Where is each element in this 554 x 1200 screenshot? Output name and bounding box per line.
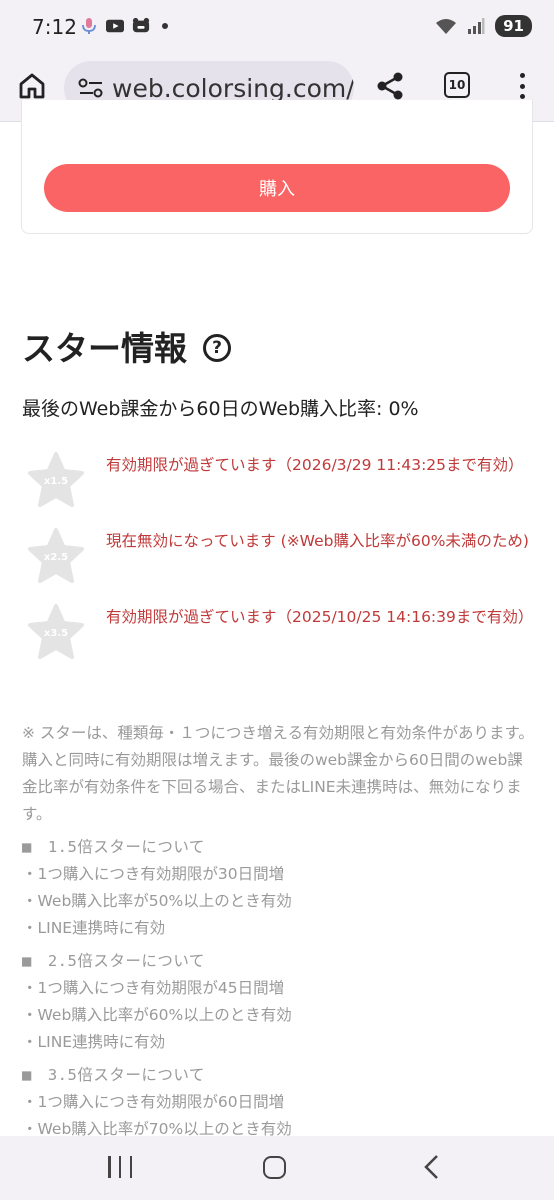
- star-multiplier: x2.5: [43, 552, 69, 563]
- system-status: 91: [435, 15, 532, 37]
- signal-icon: [468, 18, 485, 34]
- note-heading: ■ 1.5倍スターについて: [22, 838, 205, 856]
- purchase-button[interactable]: 購入: [44, 164, 510, 212]
- status-time: 7:12: [32, 15, 77, 39]
- section-title: スター情報: [22, 329, 187, 368]
- system-nav-bar: [0, 1136, 554, 1200]
- star-badge-icon: x2.5: [26, 528, 86, 584]
- star-status: 現在無効になっています (※Web購入比率が60%未満のため): [106, 532, 529, 550]
- star-status: 有効期限が過ぎています（2026/3/29 11:43:25まで有効）: [106, 456, 524, 474]
- note-heading: ■ 3.5倍スターについて: [22, 1066, 205, 1084]
- home-nav-icon[interactable]: [263, 1156, 286, 1179]
- site-settings-icon[interactable]: [78, 77, 104, 99]
- more-notifications-dot: [162, 23, 168, 29]
- note-line: ・Web購入比率が60%以上のとき有効: [22, 1006, 292, 1024]
- battery-level: 91: [503, 17, 524, 35]
- note-line: ・Web購入比率が50%以上のとき有効: [22, 892, 292, 910]
- star-badge-icon: x3.5: [26, 604, 86, 660]
- star-multiplier: x1.5: [43, 476, 69, 487]
- battery-icon: 91: [495, 15, 532, 37]
- tab-switcher-button[interactable]: 10: [444, 72, 470, 98]
- star-status: 有効期限が過ぎています（2025/10/25 14:16:39まで有効）: [106, 608, 534, 626]
- youtube-icon: [106, 19, 124, 33]
- mic-icon: [82, 18, 96, 34]
- web-purchase-ratio: 最後のWeb課金から60日のWeb購入比率: 0%: [22, 398, 419, 420]
- wifi-icon: [436, 19, 457, 34]
- help-icon[interactable]: ?: [203, 334, 231, 362]
- star-badge-icon: x1.5: [26, 452, 86, 508]
- note-line: ・1つ購入につき有効期限が60日間増: [22, 1093, 285, 1111]
- star-multiplier: x3.5: [43, 628, 69, 639]
- tab-count: 10: [448, 78, 466, 92]
- home-icon[interactable]: [16, 70, 48, 102]
- star-notes: ※ スターは、種類毎・１つにつき増える有効期限と有効条件があります。購入と同時に…: [22, 720, 534, 1143]
- note-line: ・LINE連携時に有効: [22, 1033, 166, 1051]
- recent-apps-icon[interactable]: [108, 1156, 132, 1178]
- notes-intro: ※ スターは、種類毎・１つにつき増える有効期限と有効条件があります。購入と同時に…: [22, 724, 534, 823]
- note-line: ・1つ購入につき有効期限が30日間増: [22, 865, 285, 883]
- star-info-heading: スター情報 ?: [22, 322, 231, 370]
- back-icon[interactable]: [420, 1154, 444, 1180]
- status-bar: 7:12 91: [0, 0, 554, 56]
- note-heading: ■ 2.5倍スターについて: [22, 952, 205, 970]
- note-line: ・1つ購入につき有効期限が45日間増: [22, 979, 285, 997]
- notification-icons: [80, 17, 168, 35]
- note-line: ・LINE連携時に有効: [22, 919, 166, 937]
- share-icon[interactable]: [374, 70, 406, 102]
- url-text: web.colorsing.com/co: [112, 73, 354, 103]
- overflow-menu-icon[interactable]: [508, 70, 536, 102]
- app-icon: [132, 17, 150, 33]
